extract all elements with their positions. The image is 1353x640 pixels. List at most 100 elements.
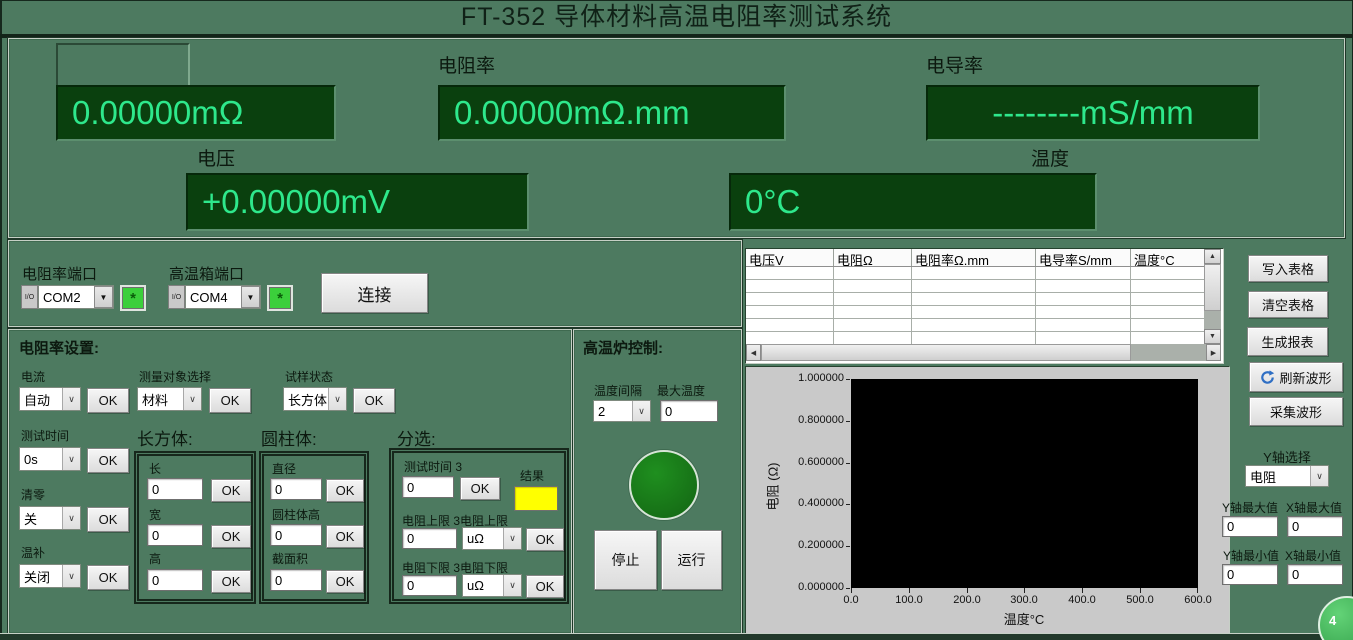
- cylinder-area-input[interactable]: [270, 569, 322, 591]
- x-min-label: X轴最小值: [1285, 547, 1341, 564]
- y-max-input[interactable]: [1222, 516, 1278, 537]
- test-time-select[interactable]: 0s ∨: [19, 447, 81, 471]
- zeroing-ok-button[interactable]: OK: [87, 507, 129, 532]
- measure-object-select[interactable]: 材料 ∨: [137, 387, 202, 411]
- furnace-port-select[interactable]: COM4 ▼: [185, 285, 261, 309]
- scroll-left-icon[interactable]: ◀: [746, 344, 761, 361]
- sorting-upper-ok-button[interactable]: OK: [526, 528, 564, 551]
- table-header-resistance: 电阻Ω: [834, 249, 912, 266]
- refresh-icon: [1260, 370, 1275, 385]
- stop-button[interactable]: 停止: [594, 530, 657, 590]
- run-button[interactable]: 运行: [661, 530, 722, 590]
- x-min-input[interactable]: [1287, 564, 1343, 585]
- table-vscroll-thumb[interactable]: [1204, 264, 1221, 311]
- sorting-lower-unit-select[interactable]: uΩ ∨: [462, 574, 522, 597]
- scroll-right-icon[interactable]: ▶: [1206, 344, 1221, 361]
- cuboid-width-input[interactable]: [147, 524, 203, 546]
- scroll-down-icon[interactable]: ▼: [1204, 329, 1221, 344]
- cylinder-diameter-ok-button[interactable]: OK: [326, 479, 364, 502]
- sample-state-select[interactable]: 长方体 ∨: [283, 387, 347, 411]
- y-tick: 0.400000: [772, 497, 844, 509]
- cuboid-title: 长方体:: [137, 425, 193, 450]
- temperature-display: 0°C: [729, 173, 1097, 231]
- cylinder-diameter-input[interactable]: [270, 478, 322, 500]
- y-axis-select[interactable]: 电阻 ∨: [1245, 465, 1329, 487]
- sorting-upper-unit-value: uΩ: [463, 528, 503, 549]
- y-tick: 0.200000: [772, 539, 844, 551]
- chevron-down-icon[interactable]: ∨: [62, 507, 80, 529]
- resistivity-port-select[interactable]: COM2 ▼: [38, 285, 114, 309]
- refresh-wave-button[interactable]: 刷新波形: [1249, 362, 1343, 392]
- chevron-down-icon[interactable]: ∨: [62, 388, 80, 410]
- max-temp-input[interactable]: [660, 400, 718, 422]
- cylinder-diameter-label: 直径: [272, 460, 296, 477]
- scroll-up-icon[interactable]: ▲: [1204, 249, 1221, 264]
- sorting-lower-ok-button[interactable]: OK: [526, 575, 564, 598]
- current-select[interactable]: 自动 ∨: [19, 387, 81, 411]
- sorting-test-time-input[interactable]: [402, 476, 454, 498]
- zeroing-select[interactable]: 关 ∨: [19, 506, 81, 530]
- cylinder-height-input[interactable]: [270, 524, 322, 546]
- chevron-down-icon[interactable]: ∨: [503, 575, 521, 596]
- temp-interval-label: 温度间隔: [594, 382, 642, 399]
- x-tick: 600.0: [1176, 594, 1220, 606]
- resistance-value: 0.00000mΩ: [72, 94, 243, 132]
- x-tick-mark: [851, 588, 852, 593]
- conductivity-display: --------mS/mm: [926, 85, 1260, 141]
- chevron-down-icon[interactable]: ∨: [62, 448, 80, 470]
- chevron-down-icon[interactable]: ∨: [183, 388, 201, 410]
- temp-comp-select[interactable]: 关闭 ∨: [19, 564, 81, 588]
- corner-notification-badge[interactable]: 4: [1318, 596, 1353, 640]
- chevron-down-icon[interactable]: ∨: [503, 528, 521, 549]
- temp-interval-select[interactable]: 2 ∨: [593, 400, 651, 422]
- sorting-lower-input[interactable]: [402, 575, 457, 596]
- cuboid-width-ok-button[interactable]: OK: [211, 525, 251, 548]
- chevron-down-icon[interactable]: ∨: [62, 565, 80, 587]
- temperature-label: 温度: [1031, 144, 1069, 171]
- connect-button[interactable]: 连接: [321, 273, 428, 313]
- x-tick-mark: [967, 588, 968, 593]
- table-hscroll-thumb[interactable]: [761, 344, 1131, 361]
- measure-object-ok-button[interactable]: OK: [209, 388, 251, 413]
- port-refresh-icon[interactable]: *: [269, 287, 291, 309]
- temp-comp-ok-button[interactable]: OK: [87, 565, 129, 590]
- chevron-down-icon[interactable]: ∨: [328, 388, 346, 410]
- table-header-conductivity: 电导率S/mm: [1036, 249, 1131, 266]
- y-min-input[interactable]: [1222, 564, 1278, 585]
- write-table-button[interactable]: 写入表格: [1248, 255, 1328, 282]
- dropdown-arrow-icon[interactable]: ▼: [241, 286, 260, 308]
- dropdown-arrow-icon[interactable]: ▼: [94, 286, 113, 308]
- y-tick-mark: [846, 546, 850, 547]
- x-tick-mark: [1024, 588, 1025, 593]
- current-ok-button[interactable]: OK: [87, 388, 129, 413]
- cylinder-area-label: 截面积: [272, 550, 308, 567]
- temp-comp-label: 温补: [21, 544, 45, 561]
- cuboid-height-ok-button[interactable]: OK: [211, 570, 251, 593]
- readout-panel: 0.00000mΩ 电阻率 0.00000mΩ.mm 电导率 --------m…: [8, 38, 1345, 238]
- sorting-test-time-ok-button[interactable]: OK: [460, 477, 500, 500]
- clear-table-button[interactable]: 清空表格: [1248, 291, 1328, 318]
- measure-object-value: 材料: [138, 388, 183, 410]
- refresh-wave-label: 刷新波形: [1279, 368, 1331, 387]
- generate-report-button[interactable]: 生成报表: [1247, 327, 1328, 356]
- sorting-upper-input[interactable]: [402, 528, 457, 549]
- cylinder-height-ok-button[interactable]: OK: [326, 525, 364, 548]
- capture-wave-button[interactable]: 采集波形: [1249, 397, 1343, 426]
- test-time-ok-button[interactable]: OK: [87, 448, 129, 473]
- x-max-input[interactable]: [1287, 516, 1343, 537]
- cuboid-height-input[interactable]: [147, 569, 203, 591]
- chevron-down-icon[interactable]: ∨: [1310, 466, 1328, 486]
- chevron-down-icon[interactable]: ∨: [632, 401, 650, 421]
- cylinder-area-ok-button[interactable]: OK: [326, 570, 364, 593]
- cylinder-title: 圆柱体:: [261, 425, 317, 450]
- bottom-border-strip: [0, 634, 1353, 640]
- cuboid-length-ok-button[interactable]: OK: [211, 479, 251, 502]
- chart-plot-area[interactable]: [851, 379, 1198, 588]
- sorting-upper-unit-select[interactable]: uΩ ∨: [462, 527, 522, 550]
- sorting-lower-unit-value: uΩ: [463, 575, 503, 596]
- resistance-display: 0.00000mΩ: [56, 85, 336, 141]
- sample-state-ok-button[interactable]: OK: [353, 388, 395, 413]
- port-refresh-icon[interactable]: *: [122, 287, 144, 309]
- table-body[interactable]: [746, 267, 1204, 345]
- cuboid-length-input[interactable]: [147, 478, 203, 500]
